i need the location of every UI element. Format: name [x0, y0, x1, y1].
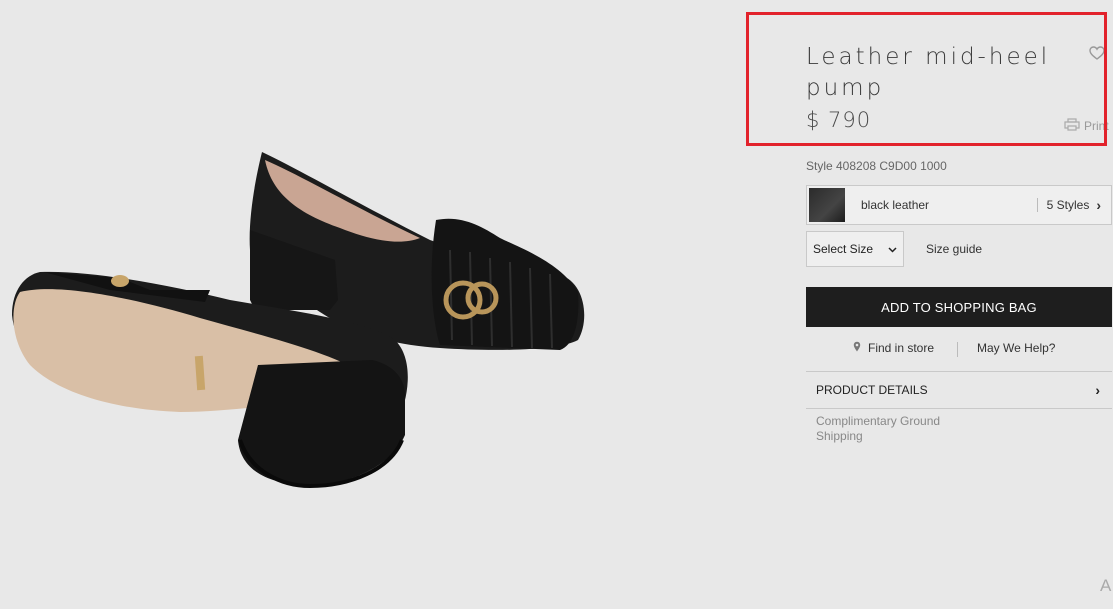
size-select-label: Select Size	[813, 242, 874, 256]
link-divider	[957, 342, 958, 357]
product-details-label: PRODUCT DETAILS	[816, 383, 928, 397]
color-name: black leather	[861, 198, 930, 212]
may-we-help-link[interactable]: May We Help?	[977, 341, 1055, 355]
chevron-down-icon	[888, 242, 897, 256]
size-select[interactable]: Select Size	[806, 231, 904, 267]
chevron-right-icon: ›	[1096, 197, 1101, 213]
location-pin-icon	[853, 341, 861, 355]
color-swatch	[809, 188, 845, 222]
style-code: Style 408208 C9D00 1000	[806, 159, 947, 173]
product-details-toggle[interactable]: PRODUCT DETAILS ›	[806, 371, 1112, 409]
printer-icon	[1064, 118, 1080, 134]
product-image-area	[0, 0, 780, 609]
color-selector[interactable]: black leather 5 Styles ›	[806, 185, 1112, 225]
styles-label: 5 Styles	[1046, 198, 1090, 212]
print-button[interactable]: Print	[1064, 118, 1109, 134]
help-links: Find in store May We Help?	[806, 340, 1112, 358]
product-image[interactable]	[0, 0, 780, 609]
product-title: Leather mid-heel pump	[806, 44, 1051, 101]
find-in-store-label: Find in store	[868, 341, 935, 355]
find-in-store-link[interactable]: Find in store	[853, 341, 934, 355]
corner-text: A	[1100, 576, 1112, 595]
size-guide-link[interactable]: Size guide	[926, 242, 982, 256]
shipping-note: Complimentary Ground Shipping	[816, 414, 941, 443]
chevron-right-icon: ›	[1095, 382, 1100, 398]
product-price: $ 790	[806, 108, 872, 132]
add-to-bag-button[interactable]: ADD TO SHOPPING BAG	[806, 287, 1112, 327]
styles-link[interactable]: 5 Styles ›	[1036, 197, 1101, 213]
heart-icon[interactable]	[1088, 45, 1106, 61]
print-label: Print	[1084, 119, 1109, 133]
